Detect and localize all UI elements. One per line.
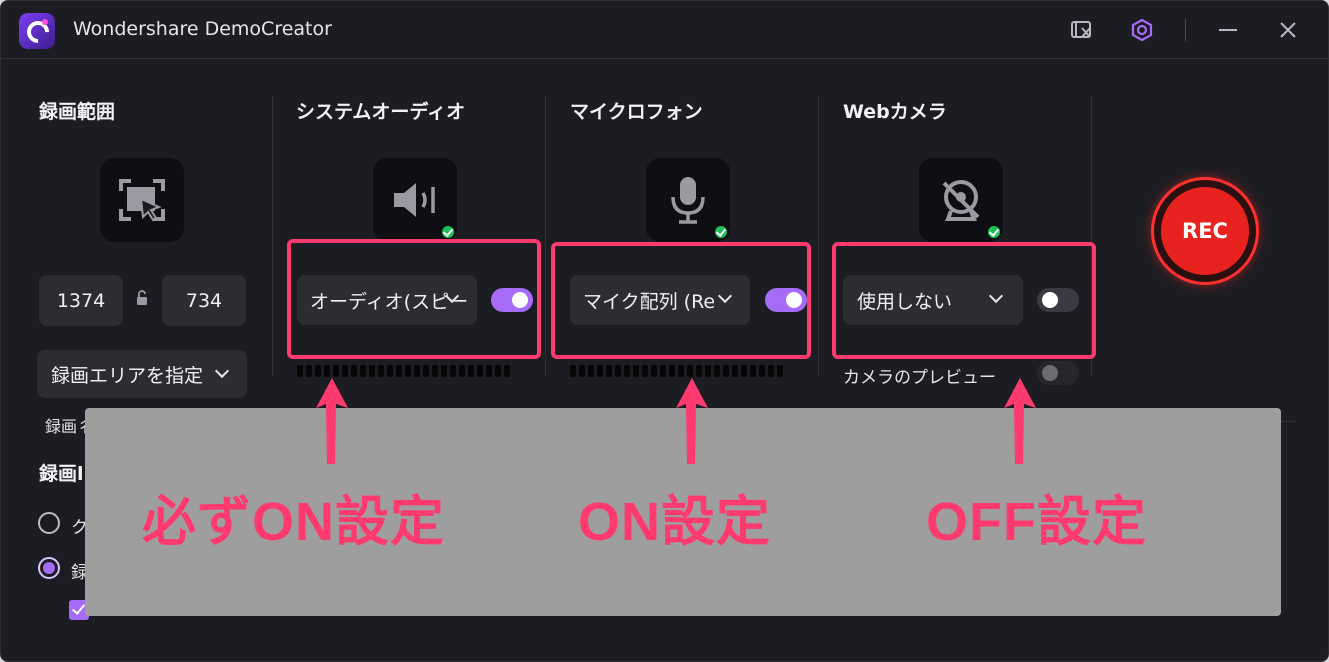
highlight-system-audio	[287, 239, 541, 359]
chevron-down-icon	[214, 363, 230, 379]
webcam-title: Webカメラ	[843, 101, 947, 123]
annotation-always-on: 必ずON設定	[142, 492, 445, 552]
rec-button[interactable]: REC	[1151, 177, 1259, 285]
highlight-webcam	[832, 242, 1096, 359]
width-input[interactable]: 1374	[39, 275, 123, 326]
microphone-icon	[671, 177, 705, 224]
system-audio-title: システムオーディオ	[296, 101, 466, 123]
settings-hexagon-icon[interactable]	[1129, 17, 1155, 43]
status-check-icon	[713, 224, 729, 240]
camera-preview-label: カメラのプレビュー	[843, 368, 996, 388]
titlebar-divider	[1185, 19, 1186, 41]
area-select-icon	[119, 179, 165, 222]
title-bar: Wondershare DemoCreator	[1, 1, 1328, 59]
arrow-up-icon	[1004, 378, 1036, 464]
close-icon[interactable]	[1275, 17, 1301, 43]
column-divider	[545, 96, 546, 376]
microphone-title: マイクロフォン	[570, 101, 703, 123]
webcam-off-icon	[942, 180, 980, 221]
app-logo-icon	[19, 13, 55, 49]
area-select-tile[interactable]	[100, 158, 184, 242]
rec-label: REC	[1161, 187, 1249, 275]
radio-option-2[interactable]	[38, 557, 60, 579]
camera-preview-toggle[interactable]	[1037, 361, 1079, 385]
speaker-icon	[394, 183, 435, 217]
area-mode-dropdown[interactable]: 録画エリアを指定	[37, 350, 247, 398]
area-section-title: 録画範囲	[39, 101, 116, 123]
radio-option-1[interactable]	[38, 512, 60, 534]
column-divider	[818, 96, 819, 376]
arrow-up-icon	[316, 378, 348, 464]
minimize-icon[interactable]	[1215, 17, 1241, 43]
lock-aspect-icon[interactable]	[135, 290, 149, 306]
app-title: Wondershare DemoCreator	[73, 18, 332, 40]
area-mode-value: 録画エリアを指定	[51, 364, 204, 387]
annotation-off: OFF設定	[926, 492, 1147, 552]
status-check-icon	[986, 224, 1002, 240]
column-divider	[272, 96, 273, 376]
status-check-icon	[440, 224, 456, 240]
height-input[interactable]: 734	[162, 275, 246, 326]
options-heading: 録画l	[39, 463, 84, 485]
highlight-microphone	[551, 242, 811, 359]
screen-clip-icon[interactable]	[1069, 17, 1095, 43]
annotation-on: ON設定	[578, 492, 771, 552]
arrow-up-icon	[676, 378, 708, 464]
